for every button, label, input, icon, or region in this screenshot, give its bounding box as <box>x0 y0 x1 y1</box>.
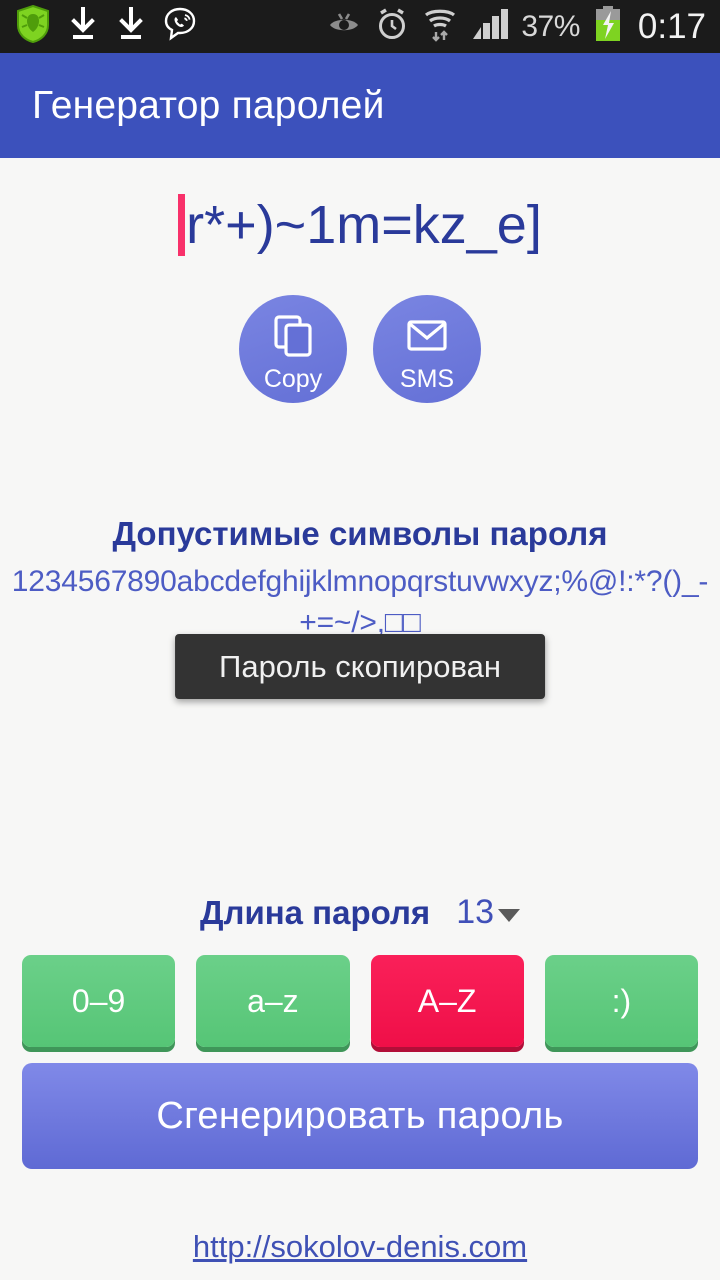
status-bar-right-icons: 37% 0:17 <box>327 6 706 47</box>
status-bar-left-icons <box>16 4 197 48</box>
dr-web-shield-icon <box>16 4 50 48</box>
text-caret <box>178 194 186 256</box>
battery-charging-icon <box>594 6 622 47</box>
charset-characters: 1234567890abcdefghijklmnopqrstuvwxyz;%@!… <box>11 565 709 639</box>
footer: http://sokolov-denis.com <box>0 1229 720 1265</box>
copy-button[interactable]: Copy <box>239 295 347 403</box>
action-buttons-row: Copy SMS <box>0 295 720 403</box>
toast-notification: Пароль скопирован <box>175 634 545 699</box>
charset-title: Допустимые символы пароля <box>112 515 608 552</box>
charset-section: Допустимые символы пароля 1234567890abcd… <box>0 515 720 643</box>
toggle-symbols-label: :) <box>611 982 632 1019</box>
alarm-clock-icon <box>375 7 409 46</box>
password-length-value: 13 <box>456 893 495 931</box>
app-bar: Генератор паролей <box>0 53 720 158</box>
download-icon <box>116 7 146 46</box>
main-content: r*+)~1m=kz_e] Copy SMS Допустимые символ… <box>0 158 720 1280</box>
app-screen: 37% 0:17 Генератор паролей r*+)~1m=kz_e] <box>0 0 720 1280</box>
password-display[interactable]: r*+)~1m=kz_e] <box>0 180 720 270</box>
copy-icon <box>270 313 316 364</box>
eye-off-icon <box>327 9 361 44</box>
charset-toggle-row: 0–9 a–z A–Z :) <box>22 955 698 1047</box>
copy-button-label: Copy <box>263 364 323 393</box>
status-bar: 37% 0:17 <box>0 0 720 53</box>
password-length-dropdown[interactable]: 13 <box>456 893 521 932</box>
generate-password-button[interactable]: Сгенерировать пароль <box>22 1063 698 1169</box>
toggle-lowercase[interactable]: a–z <box>196 955 350 1047</box>
signal-bars-icon <box>471 7 509 46</box>
generated-password-text: r*+)~1m=kz_e] <box>186 195 542 255</box>
battery-percent-label: 37% <box>521 9 580 43</box>
password-length-row: Длина пароля 13 <box>0 893 720 932</box>
download-icon <box>68 7 98 46</box>
viber-icon <box>164 7 197 47</box>
toast-message: Пароль скопирован <box>219 649 501 684</box>
toggle-uppercase[interactable]: A–Z <box>370 955 524 1047</box>
toggle-symbols[interactable]: :) <box>544 955 698 1047</box>
wifi-icon <box>423 6 457 47</box>
toggle-uppercase-label: A–Z <box>417 982 477 1019</box>
generate-password-label: Сгенерировать пароль <box>156 1094 564 1137</box>
chevron-down-icon <box>498 908 521 922</box>
sms-button-label: SMS <box>399 364 455 393</box>
password-length-label: Длина пароля <box>199 893 431 931</box>
toggle-digits-label: 0–9 <box>71 982 126 1019</box>
toggle-lowercase-label: a–z <box>247 982 299 1019</box>
toggle-digits[interactable]: 0–9 <box>22 955 176 1047</box>
clock-label: 0:17 <box>637 6 706 46</box>
website-link[interactable]: http://sokolov-denis.com <box>193 1229 527 1264</box>
page-title: Генератор паролей <box>32 83 385 127</box>
envelope-icon <box>404 313 450 364</box>
sms-button[interactable]: SMS <box>373 295 481 403</box>
